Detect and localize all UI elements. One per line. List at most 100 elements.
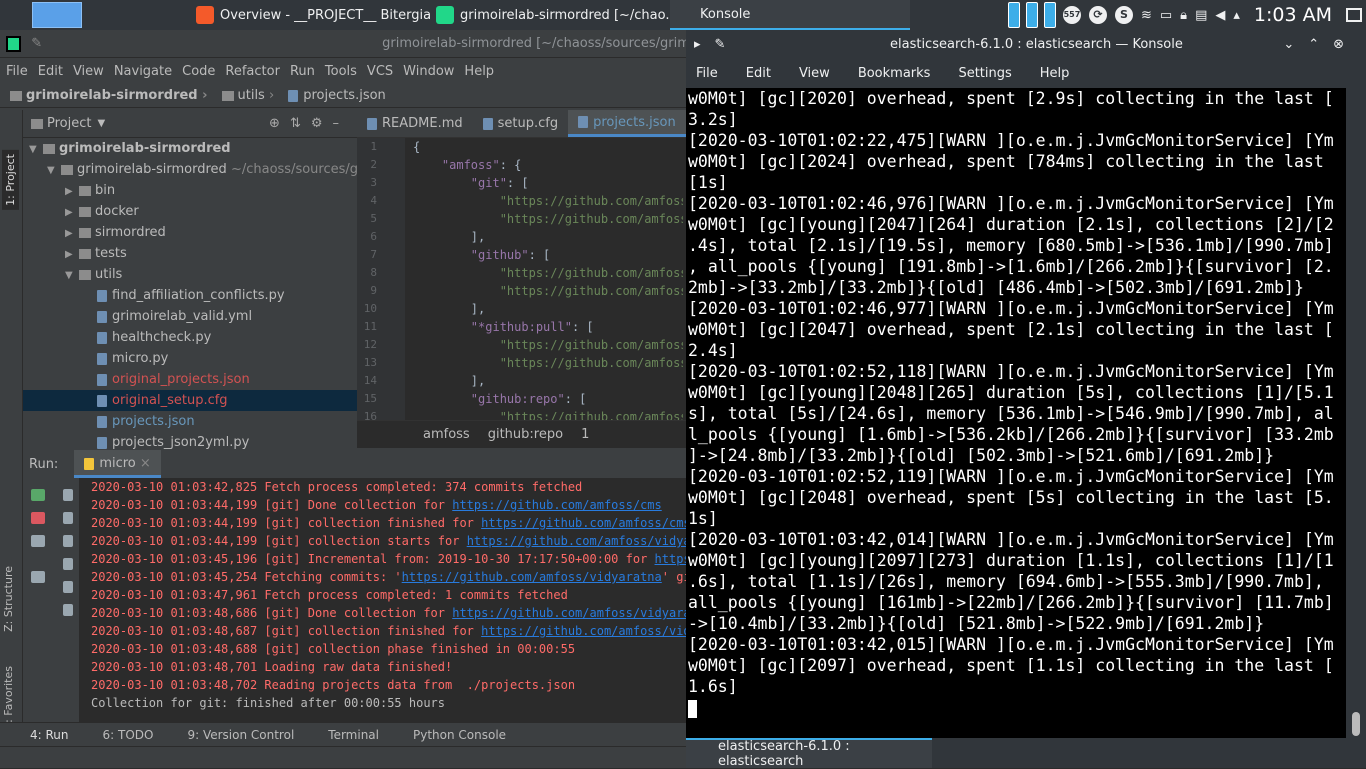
menu-run[interactable]: Run (290, 64, 315, 79)
battery-icon[interactable] (1025, 2, 1038, 28)
tray-expand-icon[interactable]: ▴ (1233, 8, 1240, 23)
run-tab-micro[interactable]: micro × (74, 450, 161, 478)
menu-file[interactable]: File (6, 64, 28, 79)
trash-icon[interactable] (63, 604, 73, 616)
scroll-to-end-icon[interactable] (63, 558, 73, 570)
clipboard-icon[interactable]: ▤ (1195, 8, 1207, 23)
tree-file[interactable]: find_affiliation_conflicts.py (23, 285, 357, 306)
console-link[interactable]: https:// (655, 552, 686, 566)
konsole-menu-edit[interactable]: Edit (746, 66, 771, 81)
konsole-tab[interactable]: elasticsearch-6.1.0 : elasticsearch (686, 738, 932, 769)
down-arrow-icon[interactable] (63, 512, 73, 524)
editor-breadcrumb-item[interactable]: github:repo (488, 427, 563, 442)
battery-icon[interactable] (1043, 2, 1056, 28)
terminal-output[interactable]: w0M0t] [gc][2020] overhead, spent [2.9s]… (686, 88, 1346, 738)
breadcrumb-item[interactable]: projects.json (288, 88, 386, 103)
bottom-tab-python-console[interactable]: Python Console (413, 728, 506, 742)
tree-file[interactable]: projects.json (23, 411, 357, 432)
panel-tools[interactable]: ⊕⇅⚙– (269, 116, 349, 131)
console-link[interactable]: https://github.com/amfoss/cms (481, 516, 686, 530)
bottom-tab-terminal[interactable]: Terminal (328, 728, 379, 742)
tab-structure[interactable]: Z: Structure (2, 566, 15, 632)
tree-folder[interactable]: ▶ sirmordred (23, 222, 357, 243)
pin-tab-icon[interactable] (31, 571, 45, 583)
run-console[interactable]: 2020-03-10 01:03:42,825 Fetch process co… (91, 478, 686, 742)
window-controls[interactable]: ⌄⌃⊗ (1283, 37, 1358, 52)
konsole-menu-help[interactable]: Help (1040, 66, 1070, 81)
tree-file[interactable]: micro.py (23, 348, 357, 369)
volume-icon[interactable]: ◀︎ (1215, 8, 1225, 23)
tree-file[interactable]: original_setup.cfg (23, 390, 357, 411)
code-area[interactable]: { "amfoss": { "git": [ "https://github.c… (413, 138, 683, 420)
console-link[interactable]: https://github.com/amfoss/vidya (481, 624, 686, 638)
layout-icon[interactable] (31, 535, 45, 547)
bottom-tab-6-todo[interactable]: 6: TODO (103, 728, 154, 742)
expand-arrow-icon[interactable]: ▶ (65, 223, 79, 243)
tree-folder[interactable]: ▶ tests (23, 243, 357, 264)
print-icon[interactable] (63, 581, 73, 593)
ide-titlebar[interactable]: ✎ grimoirelab-sirmordred [~/chaoss/sourc… (0, 30, 686, 58)
console-link[interactable]: https://github.com/amfoss/cms (452, 498, 662, 512)
console-link[interactable]: https://github.com/amfoss/vidyaratna (402, 570, 662, 584)
tab-project[interactable]: 1: Project (2, 150, 19, 210)
show-desktop-icon[interactable] (1346, 8, 1362, 22)
soft-wrap-icon[interactable] (63, 535, 73, 547)
power-icon[interactable]: ▭ (1160, 8, 1172, 23)
menu-vcs[interactable]: VCS (367, 64, 393, 79)
virtual-desktop-pager[interactable] (32, 2, 82, 28)
pin-icon[interactable]: ✎ (715, 37, 726, 52)
notification-badge-icon[interactable]: 557 (1062, 6, 1081, 24)
menu-code[interactable]: Code (182, 64, 215, 79)
tree-folder[interactable]: ▶ docker (23, 201, 357, 222)
battery-icon[interactable] (1007, 2, 1020, 28)
taskbar-task[interactable]: Overview - __PROJECT__ Bitergia ... (190, 0, 430, 30)
taskbar-task[interactable]: grimoirelab-sirmordred [~/chao... (430, 0, 670, 30)
stop-icon[interactable] (31, 512, 45, 524)
menu-navigate[interactable]: Navigate (114, 64, 172, 79)
rerun-icon[interactable] (31, 489, 45, 501)
tree-folder[interactable]: ▼ utils (23, 264, 357, 285)
skype-icon[interactable]: S (1114, 6, 1133, 24)
tab-setup-cfg[interactable]: setup.cfg (473, 110, 568, 137)
tree-folder[interactable]: ▼ grimoirelab-sirmordred (23, 138, 357, 159)
konsole-menu-bookmarks[interactable]: Bookmarks (858, 66, 931, 81)
tab-readme-md[interactable]: README.md (357, 110, 473, 137)
console-link[interactable]: https://github.com/amfoss/vidyara (467, 534, 686, 548)
tree-folder[interactable]: ▶ bin (23, 180, 357, 201)
up-arrow-icon[interactable] (63, 489, 73, 501)
tree-file[interactable]: grimoirelab_valid.yml (23, 306, 357, 327)
console-link[interactable]: https://github.com/amfoss/vidyaratn (452, 606, 686, 620)
clock[interactable]: 1:03 AM (1254, 4, 1332, 26)
tree-folder[interactable]: ▼ grimoirelab-sirmordred ~/chaoss/sources… (23, 159, 357, 180)
konsole-titlebar[interactable]: ▸ ✎ elasticsearch-6.1.0 : elasticsearch … (686, 30, 1366, 58)
close-icon[interactable]: × (140, 456, 151, 471)
wifi-icon[interactable]: ≋ (1141, 8, 1152, 23)
konsole-menu-settings[interactable]: Settings (958, 66, 1011, 81)
tab-projects-json[interactable]: projects.json (568, 110, 686, 137)
expand-arrow-icon[interactable]: ▼ (65, 265, 79, 285)
expand-arrow-icon[interactable]: ▼ (29, 139, 43, 159)
tree-file[interactable]: healthcheck.py (23, 327, 357, 348)
bottom-tab-9-version-control[interactable]: 9: Version Control (187, 728, 294, 742)
breadcrumb-item[interactable]: utils › (221, 88, 274, 103)
menu-window[interactable]: Window (403, 64, 454, 79)
menu-view[interactable]: View (73, 64, 104, 79)
konsole-menu-view[interactable]: View (799, 66, 830, 81)
expand-arrow-icon[interactable]: ▶ (65, 244, 79, 264)
pin-icon[interactable]: ✎ (31, 36, 42, 51)
tab-favorites[interactable]: 2: Favorites (2, 666, 15, 730)
taskbar-task[interactable]: Konsole (670, 0, 910, 30)
chevron-down-icon[interactable]: ▼ (97, 118, 105, 129)
lock-icon[interactable]: 🔒︎ (1180, 8, 1187, 23)
menu-refactor[interactable]: Refactor (225, 64, 280, 79)
menu-help[interactable]: Help (464, 64, 494, 79)
editor-breadcrumb-item[interactable]: 1 (581, 427, 589, 442)
konsole-menu-file[interactable]: File (696, 66, 718, 81)
editor-breadcrumb-item[interactable]: amfoss (423, 427, 470, 442)
expand-arrow-icon[interactable]: ▶ (65, 181, 79, 201)
terminal-scrollbar[interactable] (1346, 88, 1366, 738)
menu-tools[interactable]: Tools (325, 64, 357, 79)
breadcrumb-item[interactable]: grimoirelab-sirmordred › (10, 88, 208, 103)
project-panel-title[interactable]: Project (47, 116, 91, 131)
expand-arrow-icon[interactable]: ▶ (65, 202, 79, 222)
